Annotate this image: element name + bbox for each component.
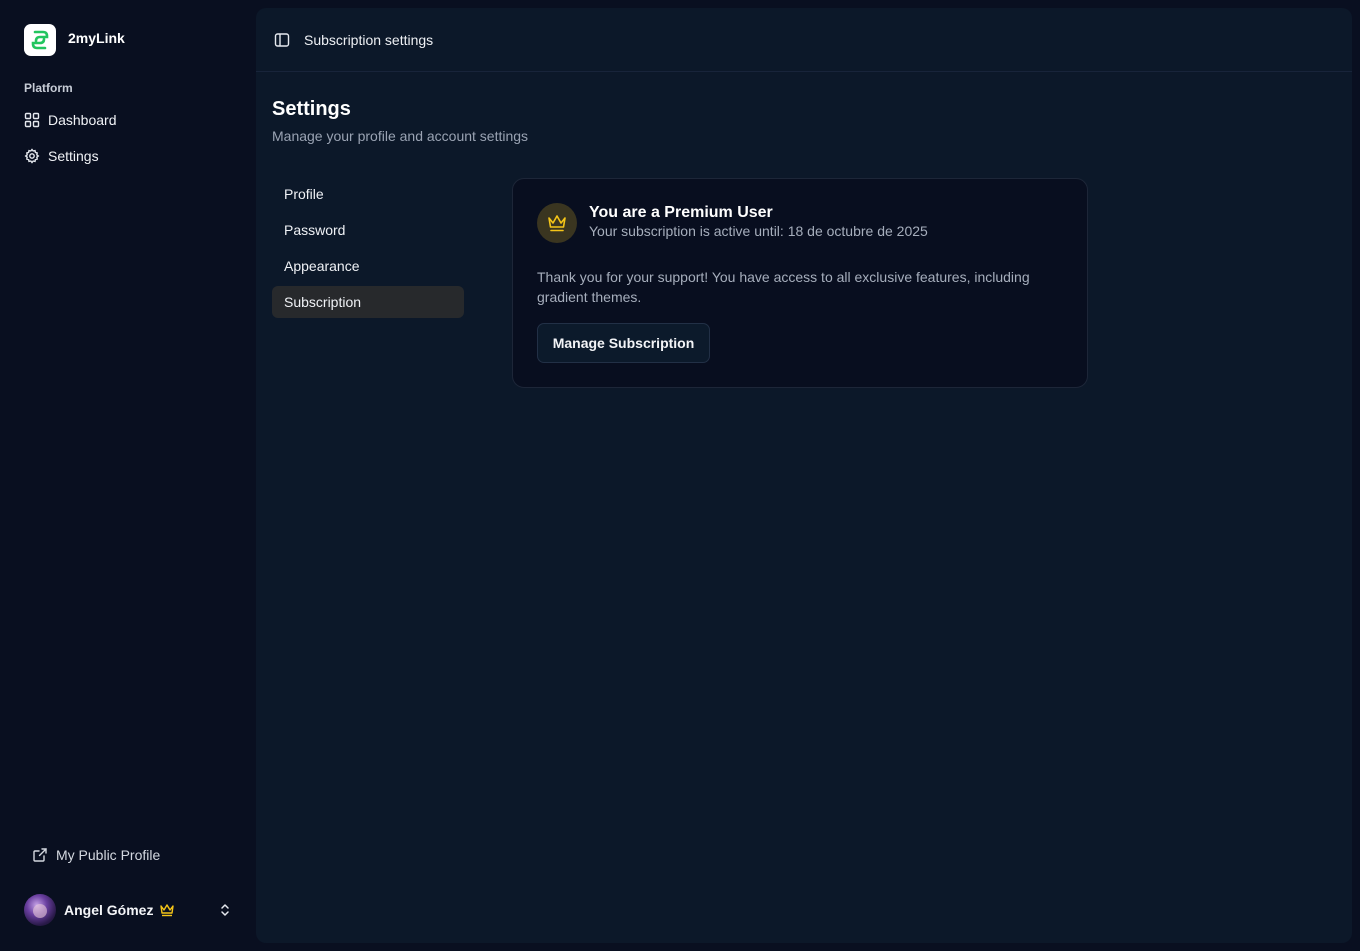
crown-icon: [537, 203, 577, 243]
sidebar-item-label: Settings: [48, 148, 99, 164]
subscription-active-until: Your subscription is active until: 18 de…: [589, 223, 928, 239]
user-name: Angel Gómez: [64, 902, 154, 918]
topbar: Subscription settings: [256, 8, 1352, 72]
2mylink-logo-icon: [24, 24, 56, 56]
brand-name: 2myLink: [68, 30, 125, 46]
crown-icon: [159, 903, 175, 917]
sidebar: 2myLink Platform Dashboard Settings My P…: [0, 0, 256, 951]
premium-title: You are a Premium User: [589, 204, 773, 221]
subscription-message: Thank you for your support! You have acc…: [537, 269, 1030, 305]
my-public-profile-label: My Public Profile: [56, 847, 161, 863]
avatar: [24, 894, 56, 926]
page-subtitle: Manage your profile and account settings: [272, 128, 529, 144]
app-root: 2myLink Platform Dashboard Settings My P…: [0, 0, 1360, 951]
settings-nav: Profile Password Appearance Subscription: [272, 178, 464, 322]
settings-nav-appearance[interactable]: Appearance: [272, 250, 464, 282]
sidebar-section-label: Platform: [24, 81, 73, 95]
settings-nav-profile[interactable]: Profile: [272, 178, 464, 210]
sidebar-item-dashboard[interactable]: Dashboard: [16, 104, 240, 136]
brand[interactable]: 2myLink: [24, 24, 125, 56]
sidebar-item-label: Dashboard: [48, 112, 117, 128]
manage-subscription-button[interactable]: Manage Subscription: [537, 323, 710, 363]
main-panel: Subscription settings Settings Manage yo…: [256, 8, 1352, 943]
external-link-icon: [32, 847, 48, 863]
sidebar-item-settings[interactable]: Settings: [16, 140, 240, 172]
gear-icon: [24, 148, 40, 164]
grid-icon: [24, 112, 40, 128]
breadcrumb: Subscription settings: [304, 31, 434, 48]
chevron-up-down-icon[interactable]: [218, 902, 232, 918]
settings-nav-password[interactable]: Password: [272, 214, 464, 246]
subscription-card: You are a Premium User Your subscription…: [512, 178, 1088, 388]
settings-nav-subscription[interactable]: Subscription: [272, 286, 464, 318]
my-public-profile-link[interactable]: My Public Profile: [24, 839, 240, 871]
user-menu[interactable]: Angel Gómez: [16, 890, 240, 930]
page-title: Settings: [272, 98, 351, 120]
sidebar-toggle-icon[interactable]: [274, 32, 290, 48]
